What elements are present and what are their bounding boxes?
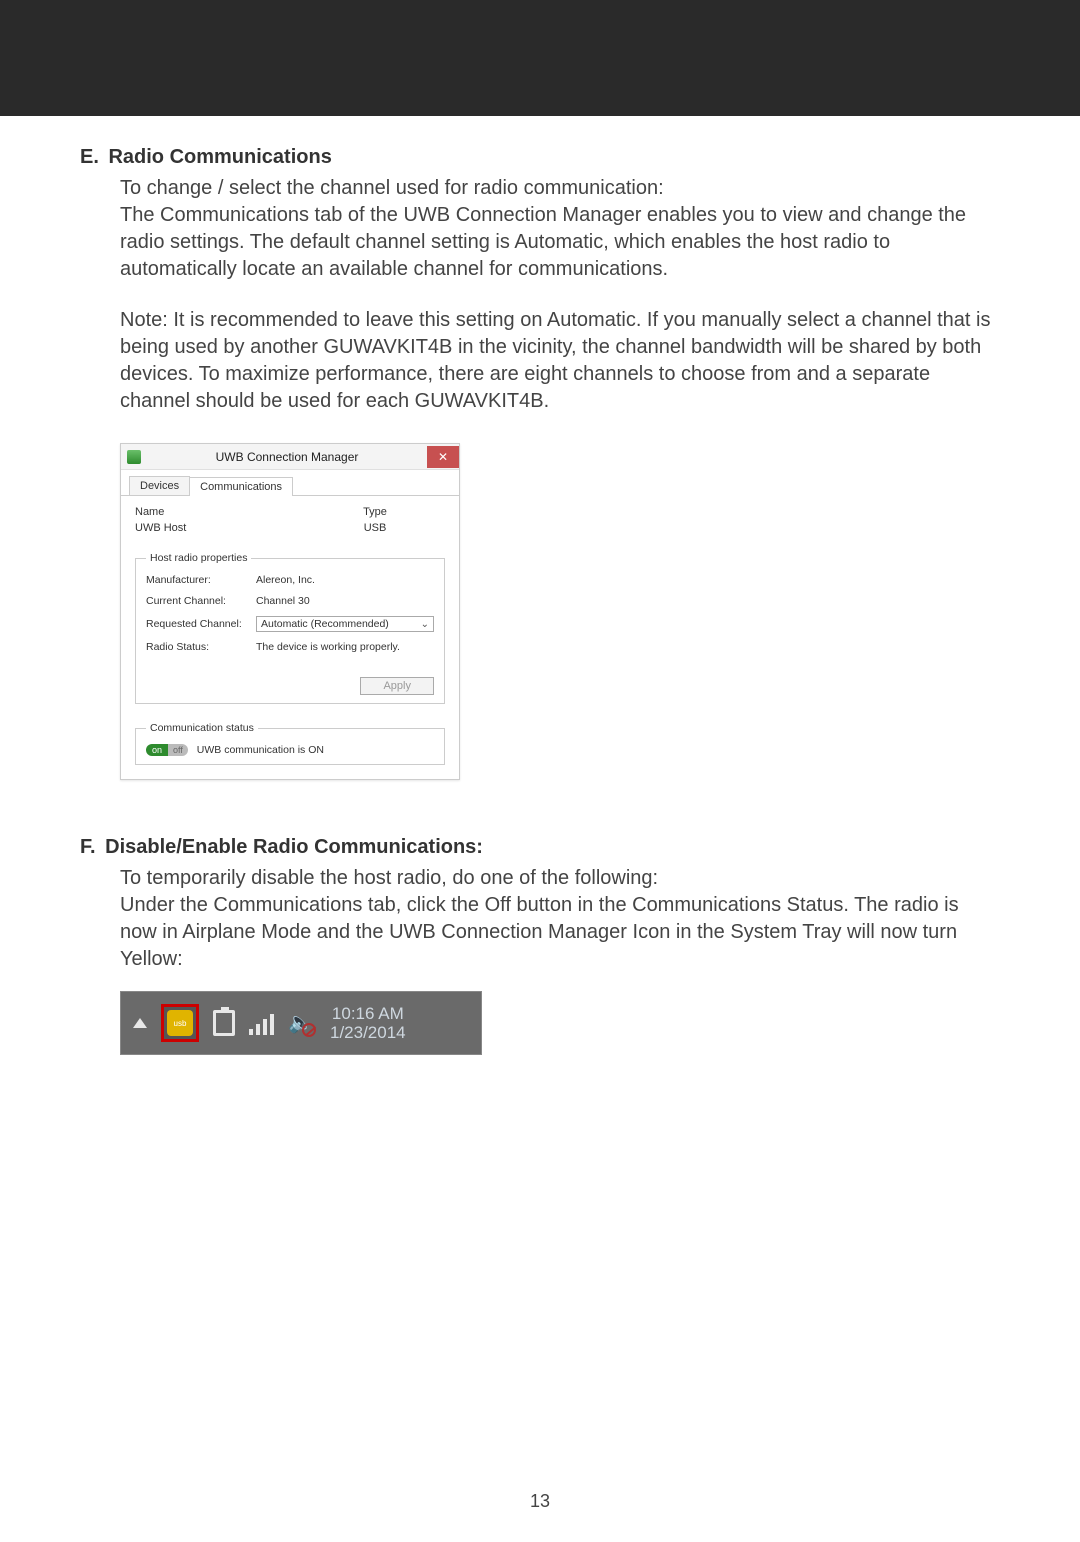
- battery-icon: [213, 1010, 235, 1036]
- section-f-heading: F. Disable/Enable Radio Communications:: [80, 836, 1000, 859]
- show-hidden-icons-icon: [133, 1018, 147, 1028]
- col-name: Name: [135, 506, 305, 518]
- manufacturer-label: Manufacturer:: [146, 574, 256, 586]
- section-e-para1: To change / select the channel used for …: [120, 177, 664, 199]
- row-name: UWB Host: [135, 522, 305, 534]
- table-header: Name Type: [135, 506, 445, 518]
- toggle-off: off: [168, 744, 188, 756]
- requested-channel-value: Automatic (Recommended): [261, 618, 389, 630]
- section-e-heading: E. Radio Communications: [80, 146, 1000, 169]
- current-channel-value: Channel 30: [256, 595, 434, 607]
- tab-devices[interactable]: Devices: [129, 476, 190, 495]
- uwb-dialog: UWB Connection Manager ✕ Devices Communi…: [120, 443, 460, 780]
- section-f-letter: F.: [80, 836, 96, 858]
- table-row[interactable]: UWB Host USB: [135, 522, 445, 534]
- row-type: USB: [305, 522, 445, 534]
- usb-icon-label: usb: [174, 1019, 187, 1028]
- tray-clock: 10:16 AM 1/23/2014: [330, 1004, 406, 1043]
- section-e-para1b: The Communications tab of the UWB Connec…: [120, 204, 966, 280]
- app-icon: [127, 450, 141, 464]
- apply-button[interactable]: Apply: [360, 677, 434, 695]
- tab-communications[interactable]: Communications: [189, 477, 293, 496]
- section-e-title: Radio Communications: [108, 146, 331, 168]
- volume-muted-icon: 🔈: [288, 1011, 312, 1035]
- section-e-para2: Note: It is recommended to leave this se…: [120, 307, 1000, 415]
- host-props-legend: Host radio properties: [146, 552, 251, 564]
- host-radio-properties-group: Host radio properties Manufacturer: Aler…: [135, 552, 445, 704]
- section-f-para1b: Under the Communications tab, click the …: [120, 894, 959, 970]
- requested-channel-label: Requested Channel:: [146, 618, 256, 630]
- network-signal-icon: [249, 1011, 274, 1035]
- radio-status-value: The device is working properly.: [256, 641, 434, 653]
- window-title: UWB Connection Manager: [147, 450, 427, 464]
- current-channel-label: Current Channel:: [146, 595, 256, 607]
- titlebar: UWB Connection Manager ✕: [121, 444, 459, 470]
- section-e-body: To change / select the channel used for …: [120, 175, 1000, 283]
- section-f-body: To temporarily disable the host radio, d…: [120, 865, 1000, 973]
- communication-status-group: Communication status on off UWB communic…: [135, 722, 445, 765]
- col-type: Type: [305, 506, 445, 518]
- section-f-para1: To temporarily disable the host radio, d…: [120, 867, 658, 889]
- chevron-down-icon: ⌄: [421, 619, 429, 630]
- system-tray-screenshot: usb 🔈 10:16 AM 1/23/2014: [120, 991, 482, 1055]
- comm-status-text: UWB communication is ON: [197, 744, 324, 756]
- tabs: Devices Communications: [121, 470, 459, 496]
- tray-date: 1/23/2014: [330, 1023, 406, 1043]
- uwb-tray-icon: usb: [167, 1010, 193, 1036]
- manufacturer-value: Alereon, Inc.: [256, 574, 434, 586]
- comm-toggle[interactable]: on off: [146, 744, 188, 756]
- toggle-on: on: [146, 744, 168, 756]
- header-bar: [0, 0, 1080, 116]
- tray-time: 10:16 AM: [330, 1004, 406, 1024]
- section-f-title: Disable/Enable Radio Communications:: [105, 836, 483, 858]
- uwb-tray-highlight: usb: [161, 1004, 199, 1042]
- comm-status-legend: Communication status: [146, 722, 258, 734]
- requested-channel-select[interactable]: Automatic (Recommended) ⌄: [256, 616, 434, 632]
- section-e-letter: E.: [80, 146, 99, 168]
- close-icon[interactable]: ✕: [427, 446, 459, 468]
- radio-status-label: Radio Status:: [146, 641, 256, 653]
- page-number: 13: [0, 1491, 1080, 1512]
